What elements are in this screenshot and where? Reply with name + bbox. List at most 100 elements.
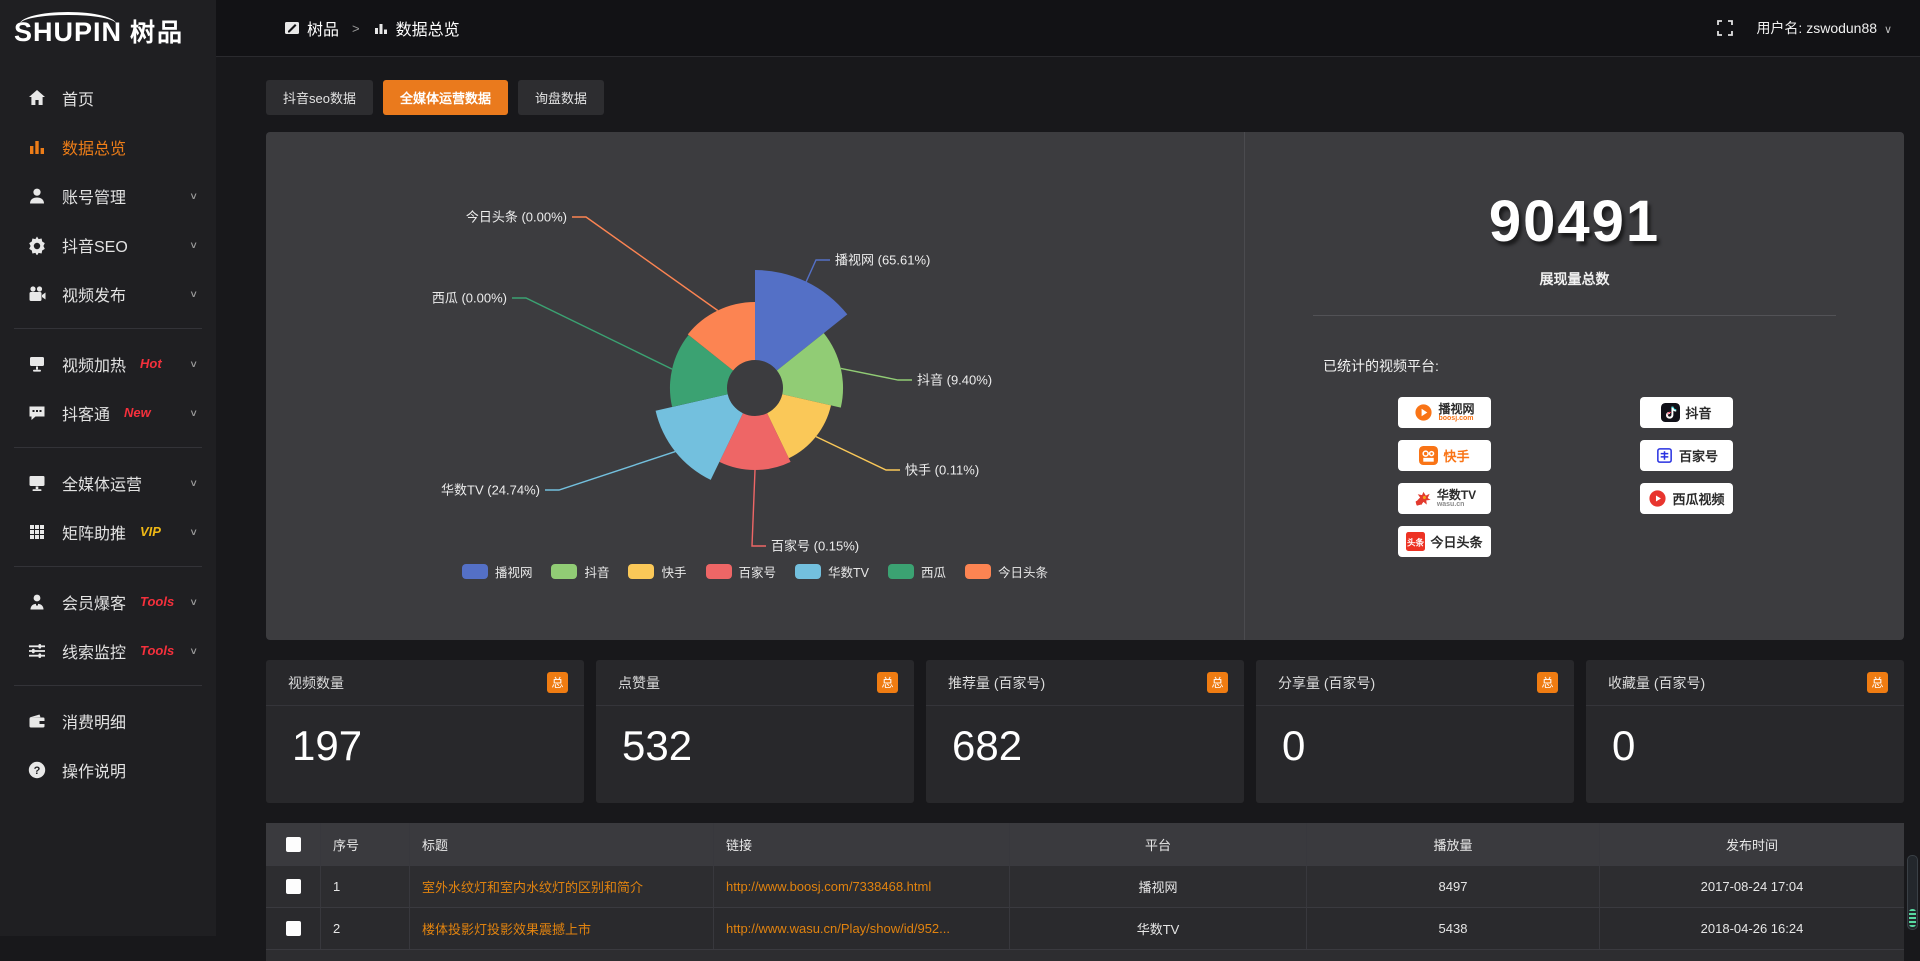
app-logo: SHUPIN 树品 bbox=[0, 0, 216, 57]
stat-card-title: 推荐量 (百家号) bbox=[948, 673, 1045, 693]
sidebar-item-会员爆客[interactable]: 会员爆客Tools∨ bbox=[0, 577, 216, 626]
sidebar-item-矩阵助推[interactable]: 矩阵助推VIP∨ bbox=[0, 507, 216, 556]
username-menu[interactable]: 用户名: zswodun88 ∨ bbox=[1756, 18, 1892, 38]
legend-swatch bbox=[706, 564, 732, 579]
tab-询盘数据[interactable]: 询盘数据 bbox=[518, 80, 604, 115]
video-title-link[interactable]: 楼体投影灯投影效果震撼上市 bbox=[422, 919, 591, 938]
pie-label-播视网: 播视网 (65.61%) bbox=[835, 253, 930, 268]
pie-label-line bbox=[806, 260, 830, 282]
legend-item-抖音[interactable]: 抖音 bbox=[551, 562, 609, 581]
row-checkbox[interactable] bbox=[286, 921, 301, 936]
sidebar-item-首页[interactable]: 首页 bbox=[0, 73, 216, 122]
total-badge: 总 bbox=[877, 672, 898, 693]
sidebar-divider bbox=[14, 447, 202, 448]
user-icon bbox=[27, 186, 47, 206]
chevron-down-icon: ∨ bbox=[1884, 24, 1892, 36]
legend-swatch bbox=[628, 564, 654, 579]
sidebar-item-线索监控[interactable]: 线索监控Tools∨ bbox=[0, 626, 216, 675]
fullscreen-icon[interactable] bbox=[1716, 19, 1734, 37]
chevron-down-icon: ∨ bbox=[189, 358, 198, 369]
tab-抖音seo数据[interactable]: 抖音seo数据 bbox=[266, 80, 373, 115]
cell-title: 楼体投影灯投影效果震撼上市 bbox=[410, 907, 714, 949]
platform-badge-西瓜视频: 西瓜视频 bbox=[1640, 483, 1733, 514]
svg-text:?: ? bbox=[34, 765, 41, 777]
legend-swatch bbox=[888, 564, 914, 579]
cell-text: 2018-04-26 16:24 bbox=[1701, 921, 1804, 936]
main-content: 抖音seo数据全媒体运营数据询盘数据 播视网 (65.61%)抖音 (9.40%… bbox=[216, 57, 1920, 936]
gear-icon bbox=[27, 235, 47, 255]
sidebar-item-数据总览[interactable]: 数据总览 bbox=[0, 122, 216, 171]
sidebar-item-label: 消费明细 bbox=[62, 709, 126, 733]
sidebar: SHUPIN 树品 首页数据总览账号管理∨抖音SEO∨视频发布∨ 视频加热 Hot ∨… bbox=[0, 0, 216, 936]
video-link[interactable]: http://www.boosj.com/7338468.html bbox=[726, 879, 931, 894]
video-title-link[interactable]: 室外水纹灯和室内水纹灯的区别和简介 bbox=[422, 877, 643, 896]
breadcrumb-item[interactable]: 数据总览 bbox=[373, 16, 460, 40]
stat-card-点赞量: 点赞量总532 bbox=[596, 660, 914, 803]
sidebar-item-抖客通[interactable]: 抖客通New∨ bbox=[0, 388, 216, 437]
sidebar-item-视频发布[interactable]: 视频发布∨ bbox=[0, 269, 216, 318]
logo-text-cn: 树品 bbox=[130, 9, 184, 49]
cell-text: 2 bbox=[333, 921, 340, 936]
chevron-down-icon: ∨ bbox=[189, 288, 198, 299]
legend-label: 播视网 bbox=[495, 562, 533, 581]
cell-text: 华数TV bbox=[1137, 919, 1180, 938]
platform-name: 抖音 bbox=[1685, 403, 1711, 422]
column-header-label: 序号 bbox=[333, 835, 359, 854]
sidebar-item-全媒体运营[interactable]: 全媒体运营∨ bbox=[0, 458, 216, 507]
chevron-down-icon: ∨ bbox=[189, 477, 198, 488]
logo-text-en: SHUPIN bbox=[14, 12, 122, 46]
sidebar-item-label: 视频加热 bbox=[62, 352, 126, 376]
heat-icon bbox=[27, 354, 47, 374]
cell-link: http://www.wasu.cn/Play/show/id/952... bbox=[714, 907, 1010, 949]
legend-item-西瓜[interactable]: 西瓜 bbox=[888, 562, 946, 581]
stat-card-title: 分享量 (百家号) bbox=[1278, 673, 1375, 693]
sidebar-item-视频加热[interactable]: 视频加热 Hot ∨ bbox=[0, 339, 216, 388]
legend-label: 华数TV bbox=[828, 562, 869, 581]
column-header-label: 播放量 bbox=[1433, 835, 1472, 854]
legend-label: 百家号 bbox=[739, 562, 777, 581]
breadcrumb-item[interactable]: 树品 bbox=[284, 16, 339, 40]
column-header-播放量: 播放量 bbox=[1307, 823, 1600, 865]
toutiao-logo-icon: 头条 bbox=[1406, 532, 1425, 551]
stat-card-value: 0 bbox=[1282, 722, 1574, 770]
sidebar-item-账号管理[interactable]: 账号管理∨ bbox=[0, 171, 216, 220]
summary-panel: 90491 展现量总数 已统计的视频平台: 播视网boosj.com快手华数TV… bbox=[1244, 132, 1904, 640]
stat-card-value: 197 bbox=[292, 722, 584, 770]
tab-全媒体运营数据[interactable]: 全媒体运营数据 bbox=[383, 80, 508, 115]
legend-item-华数TV[interactable]: 华数TV bbox=[795, 562, 869, 581]
baijiahao-logo-icon bbox=[1655, 446, 1674, 465]
breadcrumb: 树品>数据总览 bbox=[284, 16, 460, 40]
legend-item-百家号[interactable]: 百家号 bbox=[706, 562, 777, 581]
cell-text: 2017-08-24 17:04 bbox=[1701, 879, 1804, 894]
sidebar-item-操作说明[interactable]: ?操作说明 bbox=[0, 745, 216, 794]
sidebar-item-抖音SEO[interactable]: 抖音SEO∨ bbox=[0, 220, 216, 269]
legend-item-快手[interactable]: 快手 bbox=[628, 562, 686, 581]
pie-slice-华数TV[interactable] bbox=[656, 394, 743, 480]
impressions-total-value: 90491 bbox=[1245, 188, 1904, 255]
sidebar-item-消费明细[interactable]: 消费明细 bbox=[0, 696, 216, 745]
select-all-checkbox[interactable] bbox=[286, 837, 301, 852]
legend-item-今日头条[interactable]: 今日头条 bbox=[965, 562, 1048, 581]
chart-icon bbox=[27, 137, 47, 157]
page-scrollbar[interactable] bbox=[1907, 855, 1918, 930]
cell-checkbox bbox=[266, 865, 321, 907]
cell-time: 2017-08-24 17:04 bbox=[1600, 865, 1904, 907]
boosj-logo-icon bbox=[1414, 403, 1433, 422]
video-icon bbox=[27, 284, 47, 304]
videos-table: 序号标题链接平台播放量发布时间1室外水纹灯和室内水纹灯的区别和简介http://… bbox=[266, 823, 1904, 961]
legend-item-播视网[interactable]: 播视网 bbox=[462, 562, 533, 581]
row-checkbox[interactable] bbox=[286, 879, 301, 894]
pie-label-line bbox=[841, 368, 912, 380]
cell-text: 8497 bbox=[1439, 879, 1468, 894]
table-header-row: 序号标题链接平台播放量发布时间 bbox=[266, 823, 1904, 865]
legend-label: 快手 bbox=[661, 562, 686, 581]
platform-badge-华数TV: 华数TVwasu.cn bbox=[1398, 483, 1491, 514]
video-link[interactable]: http://www.wasu.cn/Play/show/id/952... bbox=[726, 921, 950, 936]
data-tabs: 抖音seo数据全媒体运营数据询盘数据 bbox=[266, 80, 1904, 115]
sidebar-item-label: 线索监控 bbox=[62, 639, 126, 663]
sidebar-item-label: 会员爆客 bbox=[62, 590, 126, 614]
platform-name: 快手 bbox=[1443, 446, 1469, 465]
sidebar-badge-Hot: Hot bbox=[140, 356, 162, 371]
cell-time: 2018-04-26 16:24 bbox=[1600, 907, 1904, 949]
chevron-down-icon: ∨ bbox=[189, 526, 198, 537]
